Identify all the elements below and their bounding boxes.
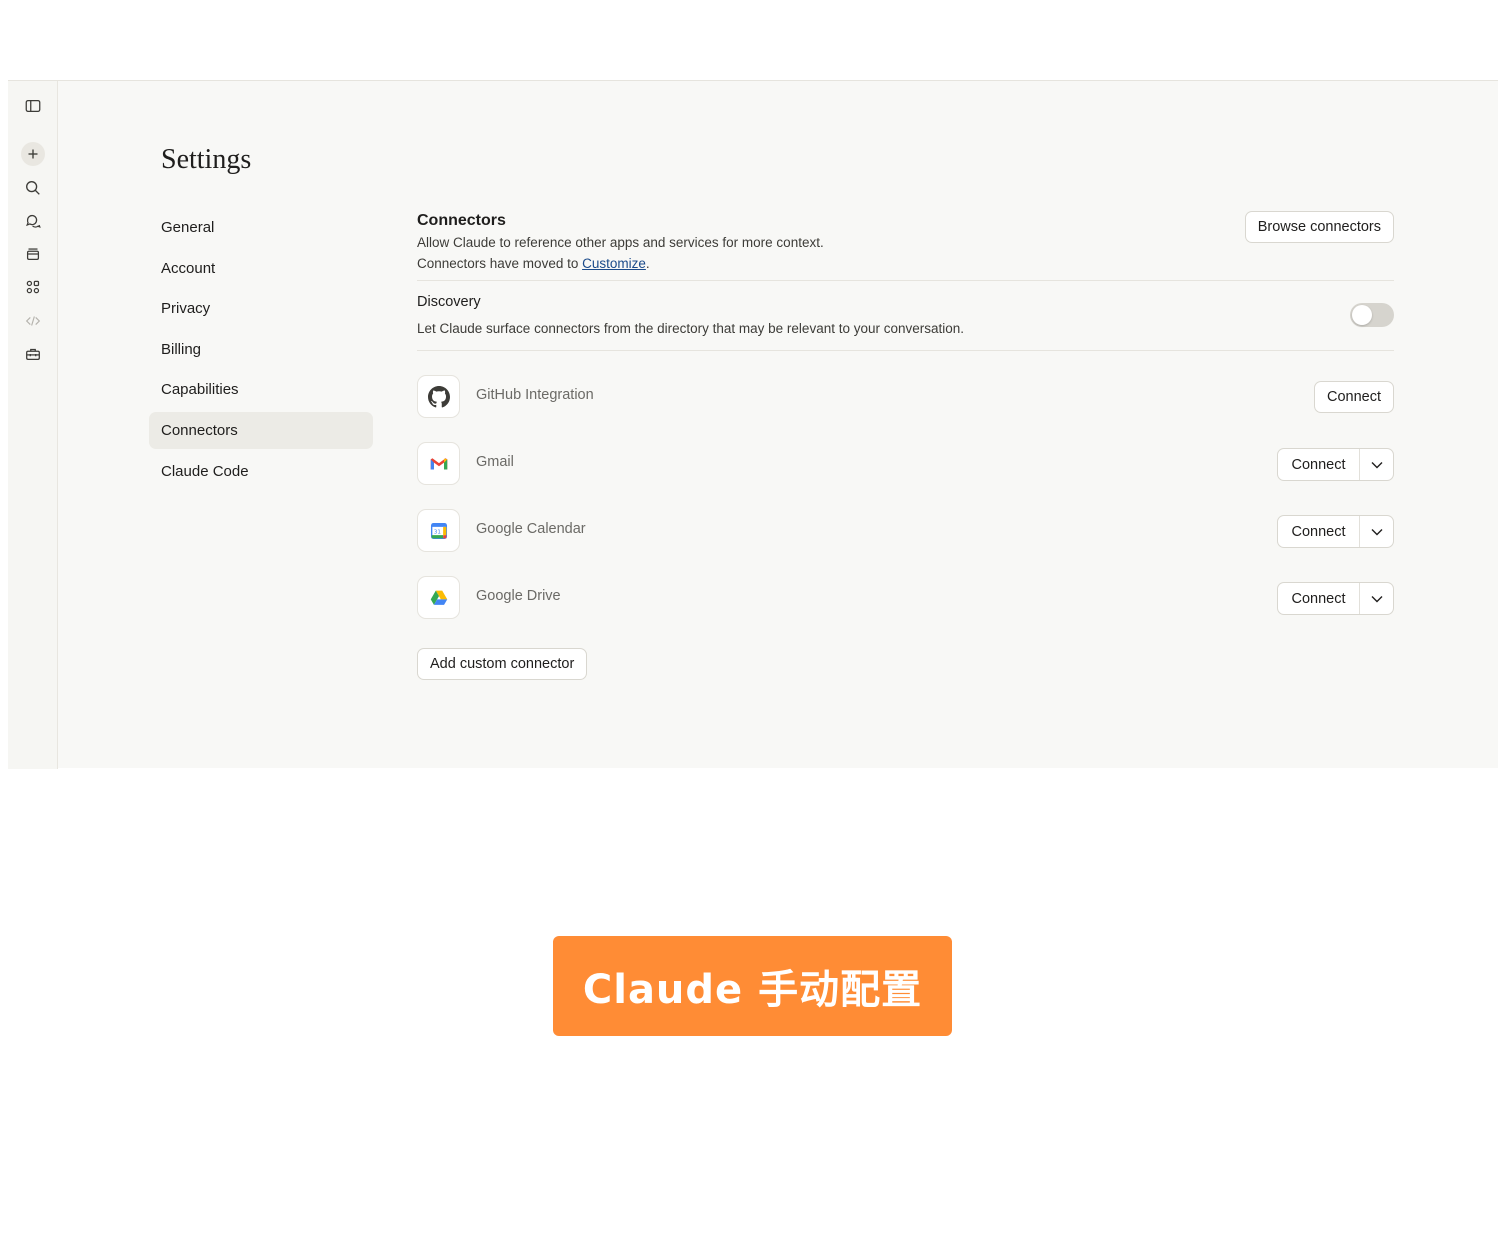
toggle-knob <box>1352 305 1372 325</box>
connect-split-button: Connect <box>1277 582 1394 615</box>
connect-button[interactable]: Connect <box>1278 583 1360 614</box>
moved-suffix: . <box>645 256 650 271</box>
chevron-down-icon[interactable] <box>1360 516 1393 547</box>
chats-icon[interactable] <box>21 209 45 233</box>
app-window: Settings General Account Privacy Billing… <box>8 80 1498 769</box>
search-icon[interactable] <box>21 176 45 200</box>
connect-button[interactable]: Connect <box>1278 516 1360 547</box>
artifacts-icon[interactable] <box>21 275 45 299</box>
add-custom-connector-button[interactable]: Add custom connector <box>417 648 588 680</box>
nav-item-connectors[interactable]: Connectors <box>149 411 373 449</box>
connector-name: Google Drive <box>476 588 561 604</box>
icon-rail <box>8 81 58 769</box>
connector-row-google-calendar: 31 Google Calendar Connect <box>417 509 1394 553</box>
nav-item-capabilities[interactable]: Capabilities <box>149 371 373 408</box>
connector-row-gmail: Gmail Connect <box>417 442 1394 486</box>
nav-item-privacy[interactable]: Privacy <box>149 290 373 327</box>
discovery-heading: Discovery <box>417 294 481 310</box>
divider <box>417 280 1394 281</box>
svg-text:31: 31 <box>433 529 440 535</box>
divider <box>417 350 1394 351</box>
connect-button[interactable]: Connect <box>1278 449 1360 480</box>
connector-name: Gmail <box>476 454 514 470</box>
connect-button[interactable]: Connect <box>1313 381 1394 413</box>
nav-item-claude-code[interactable]: Claude Code <box>149 453 373 490</box>
caption-banner: Claude 手动配置 <box>553 936 952 1036</box>
discovery-toggle[interactable] <box>1350 303 1394 327</box>
connectors-moved-note: Connectors have moved to Customize. <box>417 256 650 271</box>
chevron-down-icon[interactable] <box>1360 583 1393 614</box>
connectors-panel: Connectors Allow Claude to reference oth… <box>417 81 1394 769</box>
connector-name: Google Calendar <box>476 521 586 537</box>
moved-prefix: Connectors have moved to <box>417 256 583 271</box>
connectors-description: Allow Claude to reference other apps and… <box>417 235 824 250</box>
new-chat-icon[interactable] <box>21 142 45 166</box>
code-icon[interactable] <box>21 309 45 333</box>
page-title: Settings <box>161 144 252 175</box>
caption-text: Claude 手动配置 <box>582 967 923 1013</box>
customize-link[interactable]: Customize <box>582 256 646 271</box>
connectors-heading: Connectors <box>417 212 506 229</box>
nav-item-account[interactable]: Account <box>149 250 373 287</box>
connector-row-github: GitHub Integration Connect <box>417 375 1394 419</box>
github-icon <box>417 375 460 418</box>
google-drive-icon <box>417 576 460 619</box>
chevron-down-icon[interactable] <box>1360 449 1393 480</box>
nav-item-billing[interactable]: Billing <box>149 331 373 368</box>
browse-connectors-button[interactable]: Browse connectors <box>1244 211 1394 243</box>
sidebar-toggle-icon[interactable] <box>21 94 45 118</box>
connect-split-button: Connect <box>1277 515 1394 548</box>
connect-split-button: Connect <box>1277 448 1394 481</box>
nav-item-general[interactable]: General <box>149 209 373 246</box>
connector-row-google-drive: Google Drive Connect <box>417 576 1394 620</box>
toolbox-icon[interactable] <box>21 342 45 366</box>
projects-icon[interactable] <box>21 242 45 266</box>
gmail-icon <box>417 442 460 485</box>
google-calendar-icon: 31 <box>417 509 460 552</box>
discovery-description: Let Claude surface connectors from the d… <box>417 321 965 336</box>
connector-name: GitHub Integration <box>476 387 594 403</box>
settings-nav: General Account Privacy Billing Capabili… <box>149 209 373 493</box>
